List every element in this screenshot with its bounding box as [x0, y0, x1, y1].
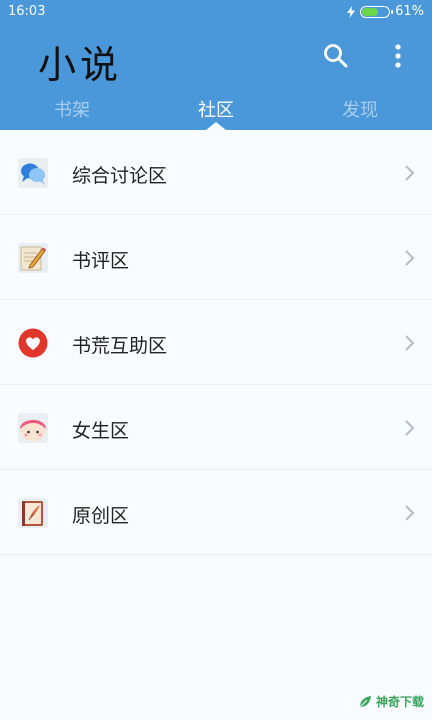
status-time: 16:03 — [8, 4, 46, 19]
chevron-right-icon — [405, 420, 415, 436]
list-item-general-discussion[interactable]: 综合讨论区 — [0, 130, 432, 215]
chevron-right-icon — [405, 505, 415, 521]
more-options-icon[interactable] — [388, 42, 408, 70]
chevron-right-icon — [405, 335, 415, 351]
tab-community[interactable]: 社区 — [144, 96, 288, 122]
app-title: 小说 — [38, 43, 123, 87]
tab-discover[interactable]: 发现 — [288, 96, 432, 122]
status-bar: 16:03 61% — [0, 0, 432, 24]
list-item-label: 综合讨论区 — [72, 165, 168, 187]
list-item-label: 书评区 — [72, 250, 130, 272]
charging-icon — [347, 5, 356, 18]
list-item-label: 女生区 — [72, 420, 130, 442]
search-icon[interactable] — [322, 42, 350, 70]
app-bar: 小说 书架 社区 发现 — [0, 24, 432, 130]
battery-fill — [362, 7, 378, 16]
active-tab-indicator — [206, 122, 226, 130]
list-item-book-shortage-help[interactable]: 书荒互助区 — [0, 300, 432, 385]
watermark: 神奇下载 — [358, 693, 424, 710]
list-item-book-reviews[interactable]: 书评区 — [0, 215, 432, 300]
chat-bubbles-icon — [18, 158, 48, 188]
watermark-text: 神奇下载 — [375, 695, 424, 709]
list-item-original-works[interactable]: 原创区 — [0, 470, 432, 555]
battery-percent: 61% — [395, 4, 424, 19]
tab-bar: 书架 社区 发现 — [0, 86, 432, 130]
list-item-label: 原创区 — [72, 505, 130, 527]
tab-bookshelf[interactable]: 书架 — [0, 96, 144, 122]
notepad-pencil-icon — [18, 243, 48, 273]
community-list: 综合讨论区 书评区 书荒互助区 女生区 原创区 — [0, 130, 432, 555]
list-item-girls-section[interactable]: 女生区 — [0, 385, 432, 470]
chevron-right-icon — [405, 165, 415, 181]
heart-icon — [18, 328, 48, 358]
list-item-label: 书荒互助区 — [72, 335, 168, 357]
chevron-right-icon — [405, 250, 415, 266]
leaf-logo-icon — [359, 695, 371, 707]
status-right: 61% — [347, 4, 424, 19]
girl-face-icon — [18, 413, 48, 443]
book-quill-icon — [18, 498, 48, 528]
battery-icon — [360, 5, 394, 18]
